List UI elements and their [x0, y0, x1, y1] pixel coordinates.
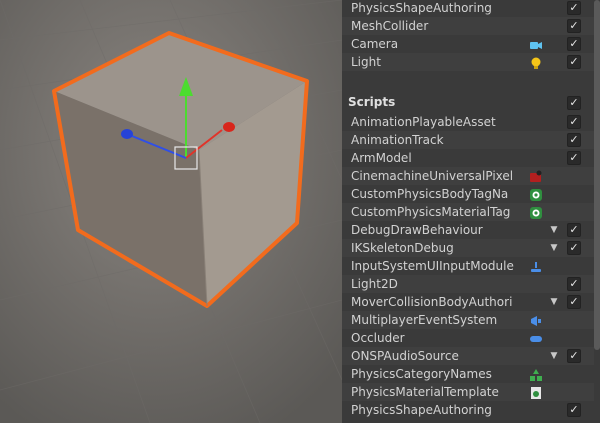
gizmo-toggle-checkbox[interactable]: ✓ — [567, 295, 581, 309]
gizmo-row[interactable]: Camera ✓ — [342, 35, 600, 53]
gizmo-toggle-checkbox[interactable]: ✓ — [567, 151, 581, 165]
gizmo-row[interactable]: AnimationPlayableAsset ✓ — [342, 113, 600, 131]
gizmo-row[interactable]: PhysicsMaterialTemplate — [342, 383, 600, 401]
gizmo-toggle-checkbox[interactable]: ✓ — [567, 223, 581, 237]
gizmo-row[interactable]: PhysicsShapeAuthoring ✓ — [342, 0, 600, 17]
gizmo-toggle-checkbox[interactable]: ✓ — [567, 19, 581, 33]
gizmo-row[interactable]: InputSystemUIInputModule — [342, 257, 600, 275]
gizmo-toggle-checkbox[interactable]: ✓ — [567, 277, 581, 291]
gizmo-row[interactable]: CinemachineUniversalPixel — [342, 167, 600, 185]
z-axis-arrow-icon[interactable] — [121, 129, 133, 139]
gizmo-row-label: Light2D — [351, 277, 398, 291]
gizmo-toggle-checkbox[interactable]: ✓ — [567, 133, 581, 147]
gizmo-toggle-checkbox[interactable]: ✓ — [567, 349, 581, 363]
scene-view[interactable] — [0, 0, 342, 423]
scrollbar-thumb[interactable] — [594, 0, 600, 350]
dropdown-arrow-icon[interactable]: ▼ — [548, 221, 560, 239]
gizmo-row-label: InputSystemUIInputModule — [351, 259, 514, 273]
gizmo-toggle-checkbox[interactable]: ✓ — [567, 55, 581, 69]
scene-canvas[interactable] — [0, 0, 342, 423]
physics-tag-icon[interactable] — [529, 205, 543, 219]
gizmo-row-label: AnimationTrack — [351, 133, 444, 147]
gizmo-row-label: PhysicsMaterialTemplate — [351, 385, 499, 399]
gizmo-row-label: MultiplayerEventSystem — [351, 313, 498, 327]
scripts-section-header[interactable]: Scripts ✓ — [342, 91, 600, 113]
lightbulb-icon[interactable] — [529, 55, 543, 69]
gizmo-row-label: CustomPhysicsMaterialTag — [351, 205, 511, 219]
gizmo-row[interactable]: CustomPhysicsMaterialTag — [342, 203, 600, 221]
gizmo-row-label: CustomPhysicsBodyTagNa — [351, 187, 509, 201]
dropdown-arrow-icon[interactable]: ▼ — [548, 293, 560, 311]
gizmo-row-label: MoverCollisionBodyAuthori — [351, 295, 513, 309]
input-module-icon[interactable] — [529, 259, 543, 273]
gizmo-row[interactable]: ArmModel ✓ — [342, 149, 600, 167]
gizmo-row-label: MeshCollider — [351, 19, 429, 33]
gizmo-row-label: DebugDrawBehaviour — [351, 223, 483, 237]
gizmo-toggle-checkbox[interactable]: ✓ — [567, 403, 581, 417]
dropdown-arrow-icon[interactable]: ▼ — [548, 347, 560, 365]
gizmo-row[interactable]: PhysicsShapeAuthoring ✓ — [342, 401, 600, 419]
gizmo-row-label: PhysicsCategoryNames — [351, 367, 492, 381]
gizmo-row[interactable]: IKSkeletonDebug ▼ ✓ — [342, 239, 600, 257]
gizmo-row[interactable]: ONSPAudioSource ▼ ✓ — [342, 347, 600, 365]
gizmo-row-label: AnimationPlayableAsset — [351, 115, 496, 129]
scrollbar[interactable] — [594, 0, 600, 423]
gizmo-row[interactable]: Light2D ✓ — [342, 275, 600, 293]
camera-icon[interactable] — [529, 37, 543, 51]
gizmo-row[interactable]: MeshCollider ✓ — [342, 17, 600, 35]
gizmo-row[interactable]: Light ✓ — [342, 53, 600, 71]
gizmo-toggle-checkbox[interactable]: ✓ — [567, 1, 581, 15]
gizmo-toggle-checkbox[interactable]: ✓ — [567, 115, 581, 129]
gizmo-row-label: PhysicsShapeAuthoring — [351, 403, 492, 417]
gizmo-row[interactable]: MoverCollisionBodyAuthori ▼ ✓ — [342, 293, 600, 311]
gizmos-panel: PhysicsShapeAuthoring ✓ MeshCollider ✓ Camer… — [342, 0, 600, 423]
gizmo-row-label: Camera — [351, 37, 399, 51]
gizmo-row[interactable]: AnimationTrack ✓ — [342, 131, 600, 149]
gizmo-row-label: Light — [351, 55, 381, 69]
gizmo-row-label: PhysicsShapeAuthoring — [351, 1, 492, 15]
gizmo-row[interactable]: PhysicsCategoryNames — [342, 365, 600, 383]
cinemachine-icon[interactable] — [529, 169, 543, 183]
x-axis-arrow-icon[interactable] — [223, 122, 235, 132]
category-names-icon[interactable] — [529, 367, 543, 381]
gizmo-toggle-checkbox[interactable]: ✓ — [567, 241, 581, 255]
physics-tag-icon[interactable] — [529, 187, 543, 201]
gizmo-row-label: IKSkeletonDebug — [351, 241, 454, 255]
gizmo-row[interactable]: MultiplayerEventSystem — [342, 311, 600, 329]
dropdown-arrow-icon[interactable]: ▼ — [548, 239, 560, 257]
gizmo-row-label: ArmModel — [351, 151, 412, 165]
gizmo-toggle-checkbox[interactable]: ✓ — [567, 37, 581, 51]
occluder-icon[interactable] — [529, 331, 543, 345]
gizmo-row[interactable]: DebugDrawBehaviour ▼ ✓ — [342, 221, 600, 239]
material-template-icon[interactable] — [529, 385, 543, 399]
section-toggle-checkbox[interactable]: ✓ — [567, 96, 581, 110]
gizmo-row[interactable]: CustomPhysicsBodyTagNa — [342, 185, 600, 203]
gizmo-row-label: ONSPAudioSource — [351, 349, 459, 363]
gizmo-row-label: Occluder — [351, 331, 405, 345]
gizmo-row-label: CinemachineUniversalPixel — [351, 169, 514, 183]
section-title: Scripts — [348, 95, 396, 109]
gizmo-row[interactable]: Occluder — [342, 329, 600, 347]
event-system-icon[interactable] — [529, 313, 543, 327]
